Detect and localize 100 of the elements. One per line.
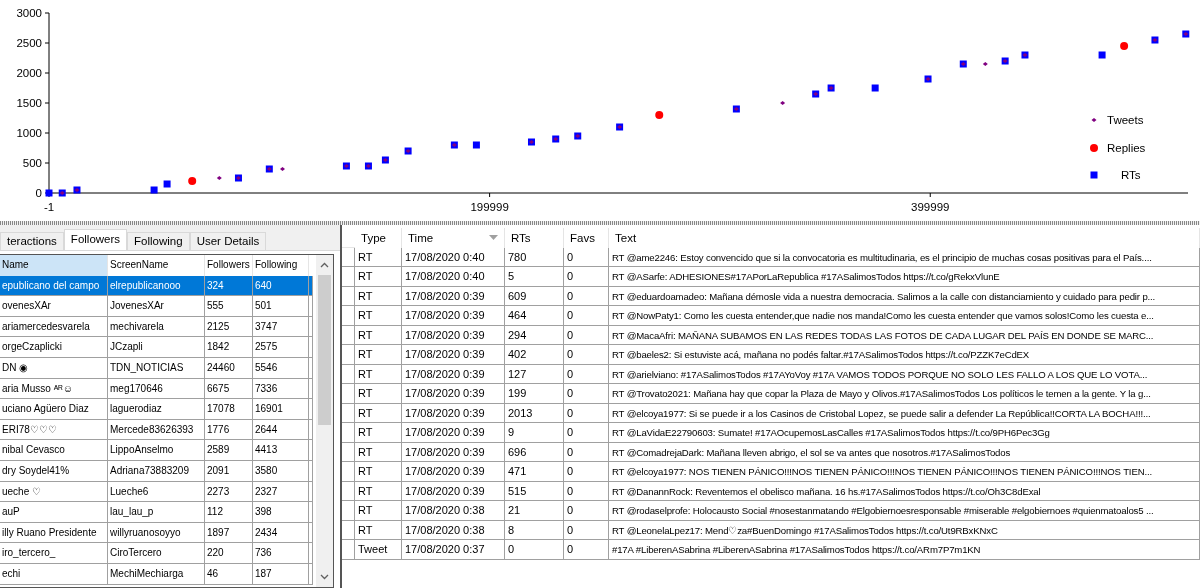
- table-cell: laguerodiaz: [108, 399, 205, 420]
- table-cell: 0: [564, 364, 609, 384]
- table-cell: MechiMechiarga: [108, 563, 205, 585]
- table-cell: Mercede83626393: [108, 419, 205, 441]
- data-point: [1091, 118, 1097, 122]
- table-cell: RT @DanannRock: Reventemos el obelisco mañana. 16 hs.#17ASalimosTodos https://t.co/Oh3C8dExal: [609, 481, 1200, 501]
- table-cell: 0: [564, 403, 609, 423]
- data-point: [216, 176, 222, 180]
- table-cell: RT @elcoya1977: NOS TIENEN PÁNICO!!!NOS TIENEN PÁNICO!!!NOS TIENEN PÁNICO!!!NOS TIENEN PÁNICO!!!NOS TIEN...: [609, 462, 1200, 482]
- table-cell: Adriana73883209: [108, 460, 205, 482]
- legend-label: Replies: [1107, 142, 1146, 154]
- row-header[interactable]: [342, 306, 355, 326]
- column-header[interactable]: Time: [402, 228, 505, 248]
- sort-arrow-icon: [489, 235, 498, 241]
- table-cell: 0: [564, 267, 609, 287]
- table-cell: 2644: [253, 419, 309, 441]
- table-cell: 17/08/2020 0:39: [402, 462, 505, 482]
- table-cell: 471: [505, 462, 564, 482]
- data-point: [871, 84, 879, 92]
- column-header[interactable]: ScreenName: [108, 255, 205, 276]
- table-cell: 9: [505, 423, 564, 443]
- table-cell: 402: [505, 345, 564, 365]
- table-cell: 4413: [253, 440, 309, 461]
- table-cell: 464: [505, 306, 564, 326]
- table-cell: 17/08/2020 0:39: [402, 286, 505, 306]
- table-cell: RT: [355, 481, 402, 501]
- table-cell: 324: [205, 275, 253, 297]
- scrollbar[interactable]: [316, 255, 333, 587]
- row-header[interactable]: [342, 540, 355, 560]
- table-cell: 46: [205, 563, 253, 585]
- table-cell: 0: [564, 481, 609, 501]
- table-cell: ueche ♡: [0, 481, 108, 503]
- row-header[interactable]: [342, 267, 355, 287]
- legend-label: RTs: [1121, 169, 1141, 181]
- data-point: [655, 111, 664, 119]
- y-tick-label: 2000: [16, 67, 42, 79]
- column-header[interactable]: Name: [0, 255, 108, 276]
- table-cell: 127: [505, 364, 564, 384]
- x-tick-label: 199999: [470, 201, 509, 213]
- table-cell: JCzapli: [108, 337, 205, 358]
- table-cell: 0: [564, 462, 609, 482]
- row-header[interactable]: [342, 345, 355, 365]
- table-cell: RT @MacaAfri: MAÑANA SUBAMOS EN LAS REDES TODAS LAS FOTOS DE CADA LUGAR DEL PAÍS EN DONDE SE MARC...: [609, 325, 1200, 345]
- table-cell: 0: [564, 286, 609, 306]
- row-header[interactable]: [342, 462, 355, 482]
- row-header[interactable]: [342, 423, 355, 443]
- column-header[interactable]: Type: [355, 228, 402, 248]
- table-cell: RT @arielviano: #17ASalimosTodos #17AYoVoy #17A VAMOS TODOS PORQUE NO SOLO LES FALLO A LOS QUE LO VOTA...: [609, 364, 1200, 384]
- table-cell: RT: [355, 345, 402, 365]
- scrollbar-thumb[interactable]: [318, 275, 331, 425]
- column-header[interactable]: Following: [253, 255, 309, 276]
- table-cell: ovenesXAr: [0, 296, 108, 317]
- tab[interactable]: User Details: [189, 232, 267, 250]
- tab[interactable]: Followers: [63, 229, 128, 250]
- data-point: [188, 177, 197, 185]
- table-cell: RT @ame2246: Estoy convencido que si la convocatoria es multitudinaria, es el principio de muchas cosas positivas para el País....: [609, 247, 1200, 267]
- table-cell: 16901: [253, 399, 309, 420]
- row-header[interactable]: [342, 384, 355, 404]
- table-cell: 2273: [205, 481, 253, 503]
- table-cell: 501: [253, 296, 309, 317]
- table-cell: 1842: [205, 337, 253, 358]
- column-header[interactable]: Followers: [205, 255, 253, 276]
- column-header[interactable]: Text: [609, 228, 1200, 248]
- table-cell: RT: [355, 520, 402, 540]
- row-header[interactable]: [342, 501, 355, 521]
- table-cell: 17/08/2020 0:39: [402, 345, 505, 365]
- table-cell: #17A #LiberenASabrina #LiberenASabrina #17ASalimosTodos https://t.co/ARm7P7m1KN: [609, 540, 1200, 560]
- data-point: [163, 180, 171, 188]
- table-cell: ariamercedesvarela: [0, 316, 108, 338]
- table-cell: 3580: [253, 460, 309, 482]
- table-cell: 17/08/2020 0:38: [402, 520, 505, 540]
- table-cell: 2013: [505, 403, 564, 423]
- table-cell: auP: [0, 502, 108, 523]
- y-tick-label: 500: [22, 157, 42, 169]
- table-cell: 0: [564, 423, 609, 443]
- table-cell: dry Soydel41%: [0, 460, 108, 482]
- data-point: [780, 101, 786, 105]
- table-cell: RT: [355, 325, 402, 345]
- tab[interactable]: Following: [127, 232, 190, 250]
- table-cell: 0: [505, 540, 564, 560]
- table-cell: 199: [505, 384, 564, 404]
- table-cell: mechivarela: [108, 316, 205, 338]
- column-header[interactable]: RTs: [505, 228, 564, 248]
- table-cell: 17/08/2020 0:39: [402, 325, 505, 345]
- table-cell: RT @LeonelaLpez17: Mend♡za#BuenDomingo #17ASalimosTodos https://t.co/Ut9RBxKNxC: [609, 520, 1200, 540]
- table-cell: 0: [564, 306, 609, 326]
- table-cell: RT @baeles2: Si estuviste acá, mañana no podés faltar.#17ASalimosTodos https://t.co/PZZK7eCdEX: [609, 345, 1200, 365]
- column-header[interactable]: Favs: [564, 228, 609, 248]
- table-cell: willyruanosoyyo: [108, 522, 205, 544]
- table-cell: 0: [564, 442, 609, 462]
- table-cell: 17/08/2020 0:40: [402, 247, 505, 267]
- table-cell: RT: [355, 501, 402, 521]
- table-cell: 2327: [253, 481, 309, 503]
- table-cell: RT: [355, 267, 402, 287]
- table-cell: aria Musso ᴬᴿ☺: [0, 378, 108, 400]
- table-cell: RT: [355, 364, 402, 384]
- table-cell: RT: [355, 384, 402, 404]
- table-cell: 21: [505, 501, 564, 521]
- table-cell: RT: [355, 286, 402, 306]
- tab[interactable]: teractions: [0, 232, 64, 250]
